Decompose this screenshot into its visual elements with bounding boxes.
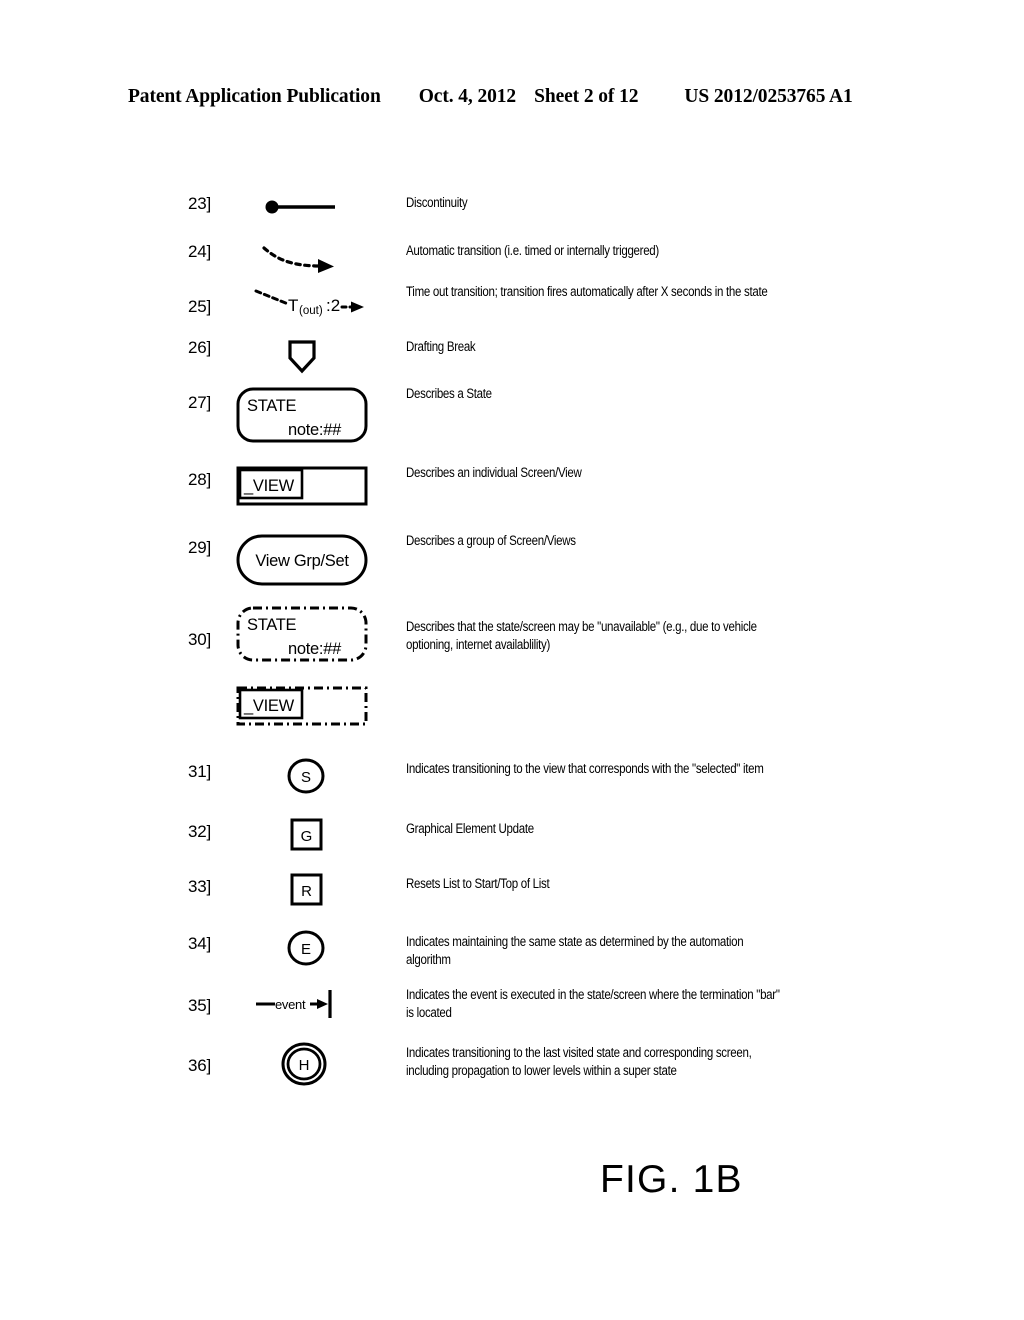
legend-row-number: 23] (188, 194, 212, 213)
legend-row-number: 26] (188, 338, 212, 357)
state-box-note: note:## (288, 421, 342, 439)
legend-row-description: Drafting Break (406, 339, 476, 354)
legend-row-description: Describes that the state/screen may be "… (406, 619, 757, 652)
timeout-symbol-tail: :2 (326, 296, 340, 315)
legend-row-number: 28] (188, 470, 212, 489)
symbol-dashed-state-and-view-boxes: STATE note:## _VIEW (234, 604, 394, 734)
symbol-view-group-stadium: View Grp/Set (234, 532, 394, 588)
symbol-drafting-break-shield (234, 338, 394, 374)
legend-row-23: 23] Discontinuity (0, 194, 1024, 224)
dashed-state-box-title: STATE (247, 616, 297, 634)
legend-row-30: 30] STATE note:## _VIEW Describes that t… (0, 604, 1024, 734)
legend-row-number: 27] (188, 393, 212, 412)
view-box-title: _VIEW (243, 477, 295, 495)
legend-row-description: Indicates the event is executed in the s… (406, 987, 780, 1020)
symbol-square-letter-g: G (234, 816, 394, 854)
symbol-dashed-curved-arrow (234, 242, 394, 274)
view-group-title: View Grp/Set (255, 552, 349, 570)
timeout-symbol-main: T (288, 296, 298, 315)
symbol-square-letter-r: R (234, 871, 394, 909)
legend-row-description: Automatic transition (i.e. timed or inte… (406, 243, 659, 258)
square-letter-text: R (301, 883, 312, 900)
legend-row-34: 34] E Indicates maintaining the same sta… (0, 928, 1024, 968)
legend-row-27: 27] STATE note:## Describes a State (0, 385, 1024, 447)
state-box-title: STATE (247, 397, 297, 415)
legend-row-31: 31] S Indicates transitioning to the vie… (0, 756, 1024, 796)
symbol-double-circle-letter-h: H (234, 1040, 394, 1090)
legend-row-number: 25] (188, 297, 212, 316)
legend-row-number: 24] (188, 242, 212, 261)
legend-row-description: Graphical Element Update (406, 821, 534, 836)
legend-row-number: 29] (188, 538, 212, 557)
symbol-circle-letter-s: S (234, 756, 394, 796)
legend-row-number: 36] (188, 1056, 212, 1075)
legend-row-description: Describes a group of Screen/Views (406, 533, 576, 548)
legend-row-number: 30] (188, 630, 212, 649)
double-circle-letter-text: H (299, 1057, 310, 1074)
symbol-event-arrow-termination-bar: event (234, 984, 394, 1026)
legend-row-number: 33] (188, 877, 212, 896)
dashed-state-box-note: note:## (288, 640, 342, 658)
header-sheet-number: Sheet 2 of 12 (534, 86, 639, 107)
legend-row-description: Discontinuity (406, 195, 468, 210)
square-letter-text: G (301, 828, 313, 845)
legend-row-24: 24] Automatic transition (i.e. timed or … (0, 242, 1024, 274)
symbol-view-box: _VIEW (234, 464, 394, 510)
legend-row-number: 35] (188, 996, 212, 1015)
header-publication-title: Patent Application Publication (128, 86, 381, 107)
legend-row-33: 33] R Resets List to Start/Top of List (0, 871, 1024, 909)
page-header: Patent Application Publication Oct. 4, 2… (128, 86, 896, 116)
legend-row-26: 26] Drafting Break (0, 338, 1024, 374)
symbol-state-rounded-box: STATE note:## (234, 385, 394, 447)
legend-row-35: 35] event Indicates the event is execute… (0, 984, 1024, 1026)
symbol-line-with-filled-dot (234, 194, 394, 224)
legend-row-description: Indicates transitioning to the view that… (406, 761, 764, 776)
legend-row-28: 28] _VIEW Describes an individual Screen… (0, 464, 1024, 510)
legend-row-number: 31] (188, 762, 212, 781)
legend-row-description: Time out transition; transition fires au… (406, 284, 768, 299)
legend-row-25: 25] T (out) :2 Time out transition; tran… (0, 283, 1024, 329)
legend-row-number: 34] (188, 934, 212, 953)
event-arrow-label: event (275, 997, 306, 1012)
circle-letter-text: S (301, 769, 311, 786)
legend-row-29: 29] View Grp/Set Describes a group of Sc… (0, 532, 1024, 588)
legend-row-number: 32] (188, 822, 212, 841)
legend-row-description: Resets List to Start/Top of List (406, 876, 550, 891)
symbol-circle-letter-e: E (234, 928, 394, 968)
timeout-symbol-sub: (out) (299, 305, 323, 317)
circle-letter-text: E (301, 941, 311, 958)
dashed-view-box-title: _VIEW (243, 697, 295, 715)
legend-row-description: Indicates maintaining the same state as … (406, 934, 744, 967)
header-date: Oct. 4, 2012 (418, 86, 517, 107)
header-patent-number: US 2012/0253765 A1 (684, 86, 853, 107)
legend-row-description: Describes a State (406, 386, 492, 401)
legend-row-description: Describes an individual Screen/View (406, 465, 582, 480)
legend-row-description: Indicates transitioning to the last visi… (406, 1045, 752, 1078)
legend-row-32: 32] G Graphical Element Update (0, 816, 1024, 854)
symbol-timeout-transition-arrow: T (out) :2 (234, 283, 394, 329)
figure-caption: FIG. 1B (600, 1158, 743, 1201)
legend-row-36: 36] H Indicates transitioning to the las… (0, 1040, 1024, 1090)
